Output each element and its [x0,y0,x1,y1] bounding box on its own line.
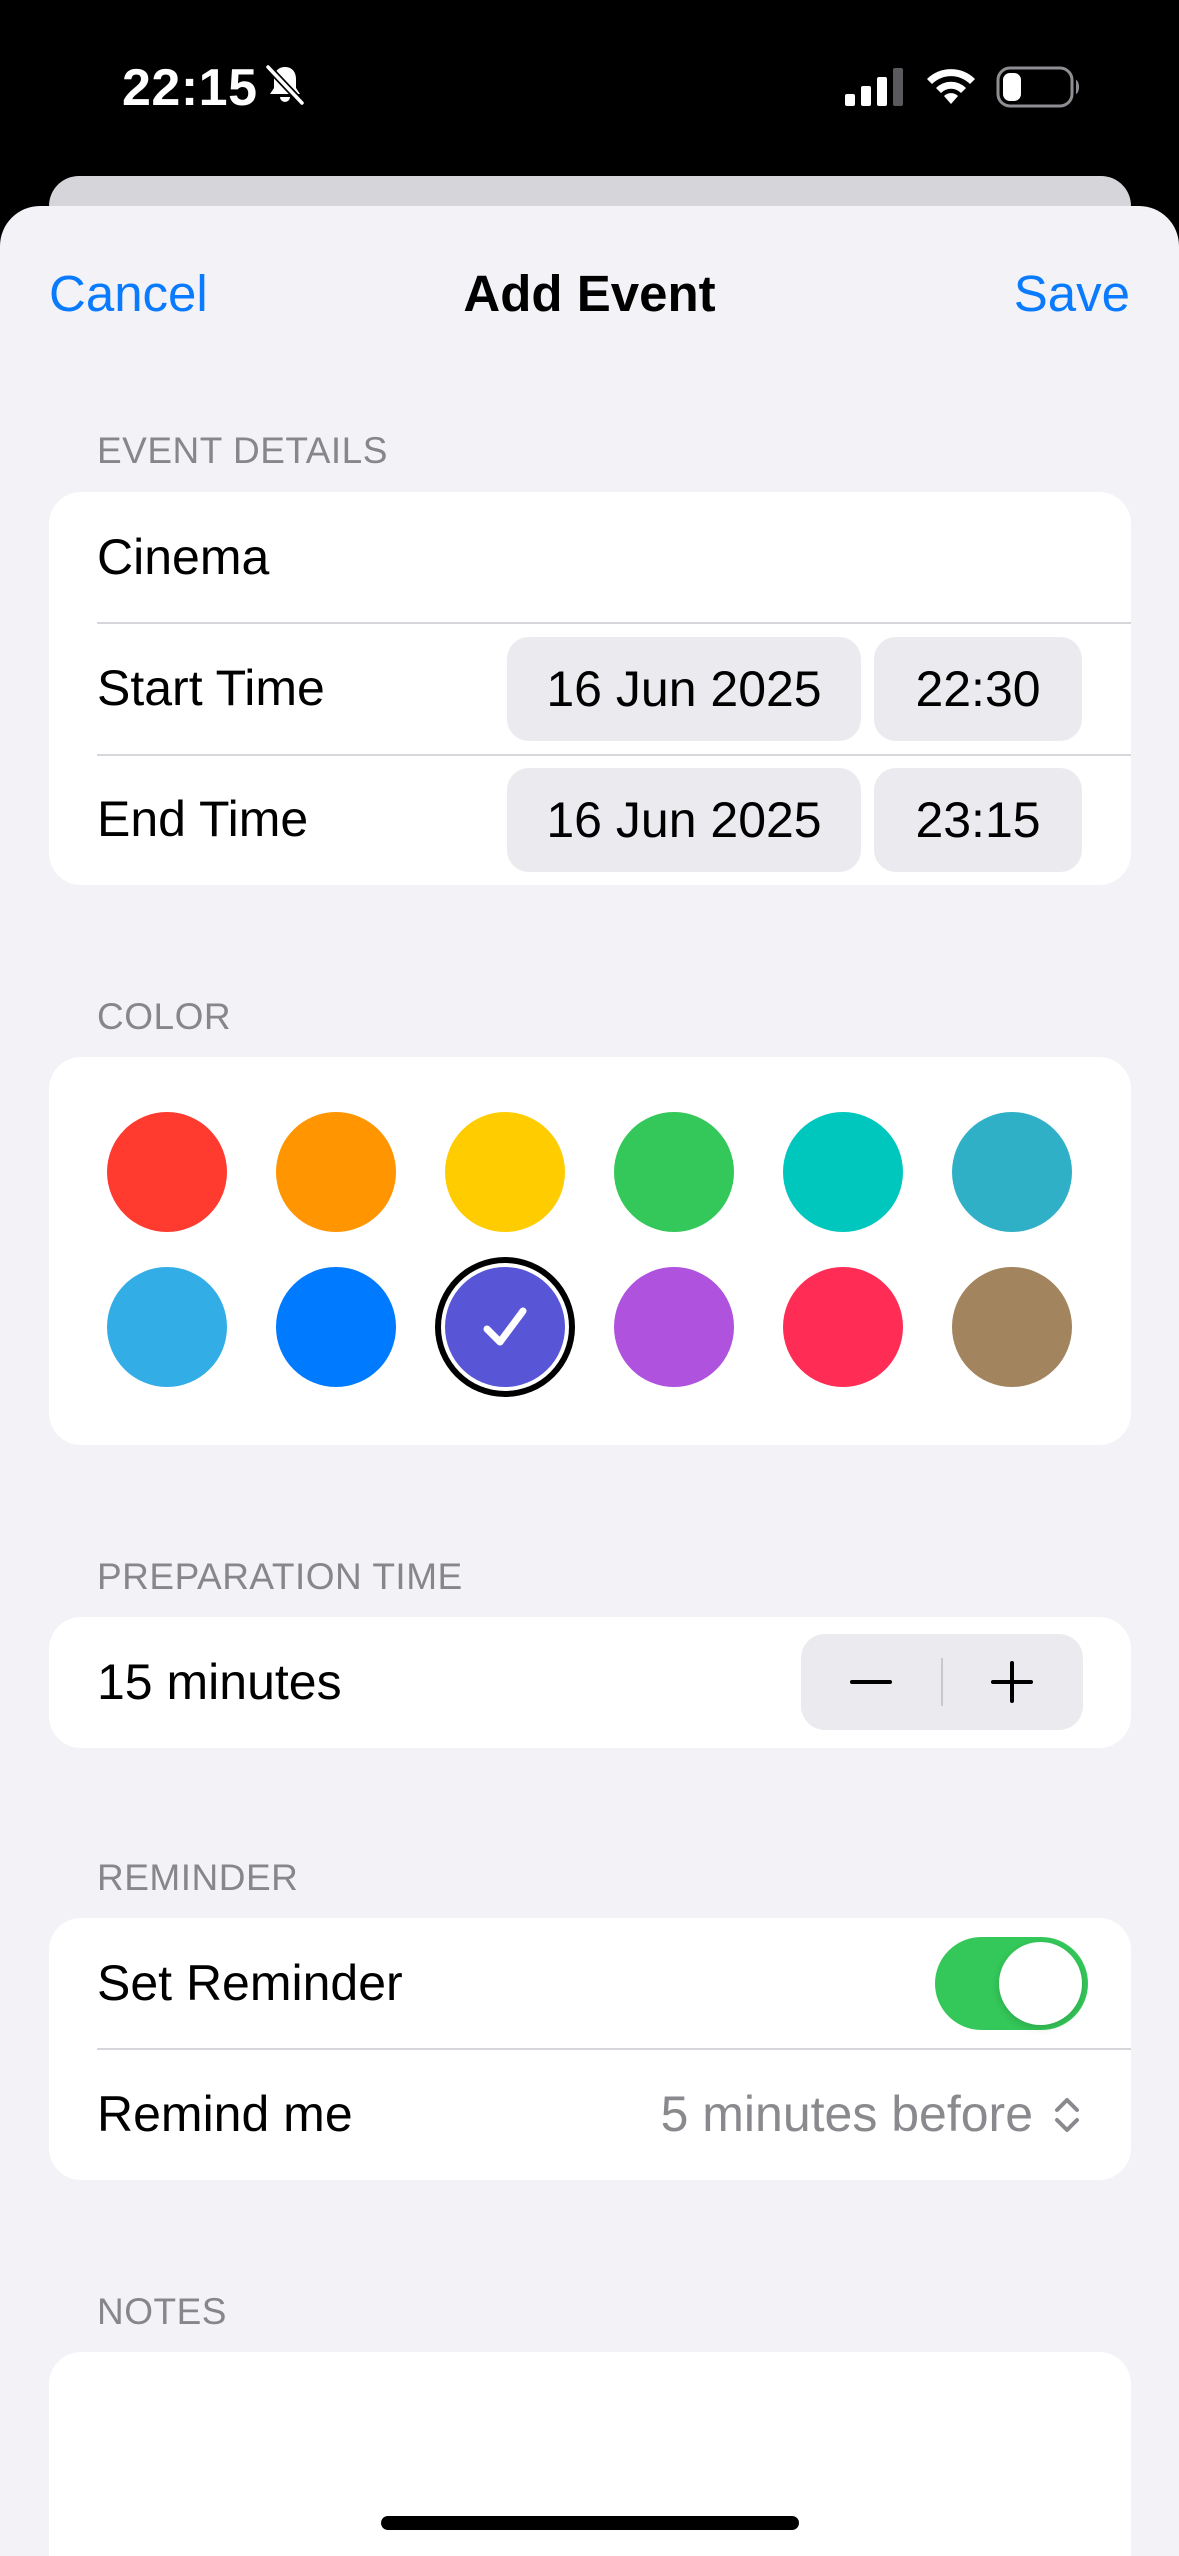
color-swatch[interactable] [107,1267,227,1387]
preparation-time-header: PREPARATION TIME [97,1556,463,1597]
chevron-up-down-icon [1055,2098,1079,2132]
minus-icon [850,1680,892,1684]
status-bar: 22:15 [0,0,1179,176]
reminder-header: REMINDER [97,1857,299,1898]
toggle-knob [999,1942,1082,2025]
start-date-picker[interactable]: 16 Jun 2025 [507,637,861,741]
color-swatch[interactable] [107,1112,227,1232]
color-card [49,1057,1131,1445]
plus-icon [991,1661,1033,1703]
color-swatch[interactable] [276,1267,396,1387]
save-button[interactable]: Save [1014,264,1130,323]
add-event-sheet: Cancel Add Event Save EVENT DETAILS Cine… [0,206,1179,2556]
end-time-label: End Time [97,791,309,847]
start-time-picker[interactable]: 22:30 [874,637,1082,741]
preparation-time-card: 15 minutes [49,1617,1131,1748]
start-time-row: Start Time 16 Jun 2025 22:30 [49,623,1131,754]
set-reminder-row: Set Reminder [49,1918,1131,2049]
color-swatch[interactable] [952,1112,1072,1232]
page-title: Add Event [463,265,716,322]
bell-slash-icon [264,63,306,107]
event-details-card: Cinema Start Time 16 Jun 2025 22:30 End … [49,492,1131,885]
color-swatch[interactable] [445,1112,565,1232]
color-swatch[interactable] [445,1267,565,1387]
home-indicator [381,2516,799,2530]
preparation-time-row: 15 minutes [49,1617,1131,1748]
status-time: 22:15 [122,59,258,117]
set-reminder-toggle[interactable] [935,1937,1088,2030]
end-time-picker[interactable]: 23:15 [874,768,1082,872]
event-details-header: EVENT DETAILS [97,430,388,471]
increment-button[interactable] [942,1634,1083,1730]
event-title-field[interactable]: Cinema [97,492,269,623]
remind-me-value[interactable]: 5 minutes before [661,2049,1033,2180]
event-title-row[interactable]: Cinema [49,492,1131,623]
set-reminder-label: Set Reminder [97,1955,403,2011]
preparation-time-stepper [801,1634,1083,1730]
preparation-time-value: 15 minutes [97,1654,342,1710]
color-swatch[interactable] [952,1267,1072,1387]
color-header: COLOR [97,996,232,1037]
start-time-label: Start Time [97,660,325,716]
cancel-button[interactable]: Cancel [49,264,208,323]
color-swatch[interactable] [276,1112,396,1232]
color-swatch[interactable] [614,1112,734,1232]
color-swatch[interactable] [783,1112,903,1232]
notes-header: NOTES [97,2291,227,2332]
color-swatch[interactable] [614,1267,734,1387]
end-date-picker[interactable]: 16 Jun 2025 [507,768,861,872]
checkmark-icon [483,1307,527,1346]
end-time-row: End Time 16 Jun 2025 23:15 [49,754,1131,885]
battery-icon [996,66,1079,108]
remind-me-label: Remind me [97,2086,353,2142]
wifi-icon [927,69,975,104]
reminder-card: Set Reminder Remind me 5 minutes before [49,1918,1131,2180]
color-swatch[interactable] [783,1267,903,1387]
remind-me-row[interactable]: Remind me 5 minutes before [49,2049,1131,2180]
cellular-signal-icon [845,68,903,106]
decrement-button[interactable] [801,1634,942,1730]
